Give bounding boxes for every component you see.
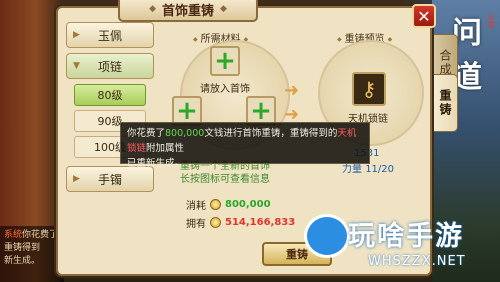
own-value: 514,166,833 (225, 217, 296, 228)
own-label: 拥有 (186, 219, 206, 230)
watermark-logo-icon (304, 214, 350, 258)
system-tag: 系统 (4, 230, 23, 240)
chat-line: 新生成。 (4, 256, 41, 266)
plus-icon: + (214, 46, 236, 76)
chevron-down-icon: ▼ (73, 61, 80, 71)
tooltip-text: 文钱进行首饰重铸，重铸得到的 (204, 128, 338, 139)
tab-reforge[interactable]: 重铸 (434, 74, 458, 132)
plus-icon: + (250, 96, 272, 126)
title-deco-icon: ◆ (149, 4, 156, 14)
tooltip-text: 附加属性 (146, 143, 185, 154)
consume-value: 800,000 (225, 199, 271, 210)
cost-own-row: 拥有 514,166,833 (186, 215, 295, 230)
watermark-text: 玩啥手游 (348, 221, 464, 252)
material-slot-label: 请放入首饰 (200, 84, 250, 95)
game-logo-subtitle: 手游 (487, 14, 495, 28)
category-jade-pendant[interactable]: ▶ 玉佩 (66, 22, 154, 48)
plus-icon: + (176, 96, 198, 126)
tooltip-text: 已重新生成。 (127, 158, 185, 169)
cost-consume-row: 消耗 800,000 (186, 197, 271, 212)
window-title: 首饰重铸 (161, 3, 214, 19)
chat-line: 你花费了 (22, 230, 59, 240)
arrow-right-icon: ➜ (284, 80, 300, 101)
subcategory-80[interactable]: 80级 (74, 84, 146, 106)
category-label: 玉佩 (97, 28, 122, 43)
watermark-url: WHSZZX.NET (368, 254, 466, 269)
consume-label: 消耗 (186, 201, 206, 212)
preview-item-slot[interactable]: ⚷ (352, 72, 386, 106)
category-label: 手镯 (97, 172, 122, 187)
coin-icon (210, 199, 221, 210)
tooltip-text: 你花费了 (127, 128, 166, 139)
tooltip-amount: 800,000 (165, 128, 205, 139)
title-deco-icon: ◆ (220, 4, 227, 14)
chat-line: 重铸得到 (4, 243, 41, 253)
window-title-plate: ◆ 首饰重铸 ◆ (118, 0, 258, 22)
info-line: 长按图标可查看信息 (180, 174, 270, 185)
material-slot-main[interactable]: + (210, 46, 240, 76)
necklace-icon: ⚷ (361, 77, 377, 101)
chevron-right-icon: ▶ (73, 30, 80, 40)
category-necklace[interactable]: ▼ 项链 (66, 53, 154, 79)
close-button[interactable]: ✕ (412, 4, 436, 28)
category-label: 项链 (97, 59, 122, 74)
reforge-result-tooltip: 你花费了800,000文钱进行首饰重铸，重铸得到的天机锁链附加属性 已重新生成。 (120, 122, 370, 169)
coin-icon (210, 217, 221, 228)
chat-system-log[interactable]: 系统你花费了 重铸得到 新生成。 (0, 226, 64, 282)
chevron-right-icon: ▶ (73, 174, 80, 184)
stat-value: 11/20 (365, 164, 395, 175)
